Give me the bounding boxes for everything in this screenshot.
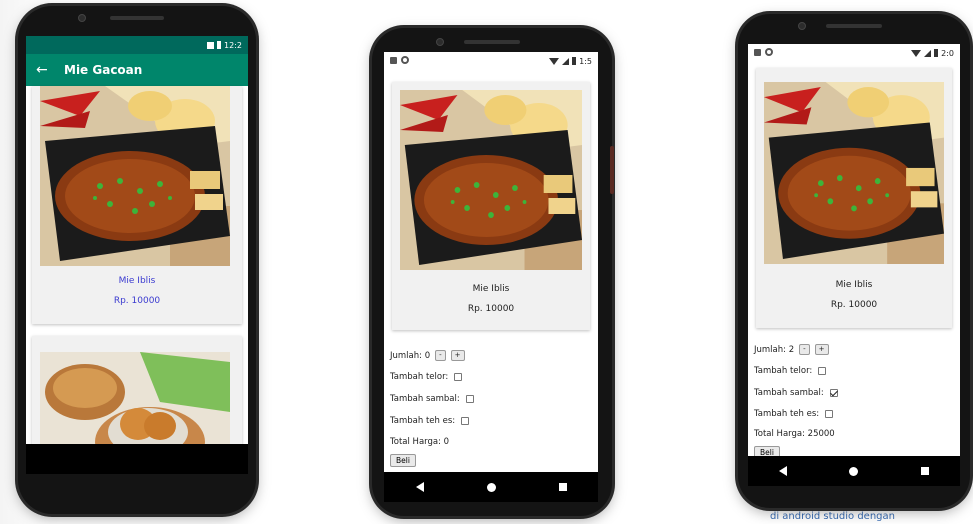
- sambal-option-label: Tambah sambal:: [390, 394, 460, 404]
- product-price: Rp. 10000: [830, 300, 878, 310]
- phone-1-screen: 12:2 ← Mie Gacoan Mie Iblis Rp. 10000: [26, 36, 248, 474]
- noodle-plate-illustration: [400, 90, 582, 270]
- menu-card-1[interactable]: Mie Iblis Rp. 10000: [32, 86, 242, 324]
- phone-1-speaker: [110, 16, 164, 20]
- status-time: 1:5: [579, 56, 592, 66]
- quantity-label: Jumlah: 0: [390, 350, 431, 361]
- food-image-mie-iblis: [764, 82, 944, 264]
- settings-notification-icon: [765, 48, 773, 56]
- nav-recent-icon[interactable]: [920, 467, 929, 475]
- battery-icon: [572, 57, 577, 65]
- phone-2-navbar: [384, 472, 598, 502]
- quantity-row: Jumlah: 2 - +: [754, 344, 829, 355]
- buy-button[interactable]: Beli: [390, 454, 416, 467]
- phone-1-statusbar: 12:2: [26, 36, 248, 54]
- phone-3-screen: 2:0 Mie Iblis Rp. 10000 Jumlah: 2 - + Ta…: [748, 44, 960, 464]
- food-image-mie-iblis: [40, 86, 230, 266]
- phone-1: 12:2 ← Mie Gacoan Mie Iblis Rp. 10000: [18, 6, 256, 514]
- egg-option-row: Tambah telor:: [390, 372, 463, 382]
- notification-icon: [754, 48, 761, 56]
- sambal-checkbox-checked[interactable]: [829, 389, 838, 397]
- status-time: 12:2: [224, 40, 242, 50]
- egg-option-label: Tambah telor:: [754, 366, 813, 376]
- settings-notification-icon: [401, 56, 409, 64]
- decrease-quantity-button[interactable]: -: [799, 344, 810, 355]
- nav-recent-icon[interactable]: [558, 483, 567, 491]
- menu-item-1-price: Rp. 10000: [113, 296, 161, 306]
- phone-2-speaker: [464, 40, 520, 44]
- noodle-plate-illustration: [764, 82, 944, 264]
- product-name: Mie Iblis: [835, 280, 873, 290]
- increase-quantity-button[interactable]: +: [450, 350, 465, 361]
- total-price: Total Harga: 0: [390, 437, 450, 447]
- quantity-label: Jumlah: 2: [754, 344, 795, 355]
- screenshot-stage: No di android studio dengan 12:2 ← Mie G…: [0, 0, 973, 524]
- status-time: 2:0: [941, 48, 954, 58]
- phone-2-side-button: [610, 146, 614, 194]
- iced-tea-option-label: Tambah teh es:: [754, 409, 820, 419]
- product-price: Rp. 10000: [467, 304, 515, 314]
- app-bar-title: Mie Gacoan: [64, 63, 143, 77]
- egg-checkbox[interactable]: [454, 373, 463, 381]
- phone-3-speaker: [826, 24, 882, 28]
- iced-tea-checkbox[interactable]: [825, 410, 834, 418]
- egg-checkbox[interactable]: [818, 367, 827, 375]
- back-arrow-icon[interactable]: ←: [36, 62, 56, 78]
- phone-2-screen: 1:5 Mie Iblis Rp. 10000 Jumlah: 0 - + Ta…: [384, 52, 598, 480]
- wifi-icon: [549, 57, 560, 65]
- signal-icon: [562, 57, 570, 65]
- total-price: Total Harga: 25000: [754, 429, 835, 439]
- product-card: Mie Iblis Rp. 10000: [756, 68, 952, 328]
- battery-icon: [217, 41, 222, 49]
- sambal-option-row: Tambah sambal:: [390, 394, 474, 404]
- nav-back-icon[interactable]: [779, 466, 788, 476]
- notification-icon: [390, 56, 397, 64]
- sambal-checkbox[interactable]: [465, 395, 474, 403]
- sambal-option-row: Tambah sambal:: [754, 388, 838, 398]
- wifi-icon: [911, 49, 922, 57]
- product-card: Mie Iblis Rp. 10000: [392, 82, 590, 330]
- phone-1-app-bar: ← Mie Gacoan: [26, 54, 248, 86]
- nav-home-icon[interactable]: [486, 482, 496, 492]
- phone-3-statusbar: 2:0: [748, 44, 960, 62]
- menu-item-1-name: Mie Iblis: [118, 276, 156, 286]
- iced-tea-option-row: Tambah teh es:: [390, 416, 470, 426]
- phone-3-camera: [798, 22, 806, 30]
- iced-tea-checkbox[interactable]: [461, 417, 470, 425]
- iced-tea-option-label: Tambah teh es:: [390, 416, 456, 426]
- iced-tea-option-row: Tambah teh es:: [754, 409, 834, 419]
- egg-option-row: Tambah telor:: [754, 366, 827, 376]
- signal-icon: [924, 49, 932, 57]
- egg-option-label: Tambah telor:: [390, 372, 449, 382]
- food-image-mie-iblis: [400, 90, 582, 270]
- sambal-option-label: Tambah sambal:: [754, 388, 824, 398]
- quantity-row: Jumlah: 0 - +: [390, 350, 465, 361]
- decrease-quantity-button[interactable]: -: [435, 350, 446, 361]
- nav-home-icon[interactable]: [849, 466, 859, 476]
- phone-1-navbar: [26, 444, 248, 474]
- background-caption: di android studio dengan: [770, 511, 895, 522]
- nav-back-icon[interactable]: [415, 482, 424, 492]
- product-name: Mie Iblis: [472, 284, 510, 294]
- phone-2: 1:5 Mie Iblis Rp. 10000 Jumlah: 0 - + Ta…: [372, 28, 614, 516]
- phone-2-camera: [436, 38, 444, 46]
- increase-quantity-button[interactable]: +: [814, 344, 829, 355]
- phone-1-camera: [78, 14, 86, 22]
- phone-3-navbar: [748, 456, 960, 486]
- noodle-plate-illustration: [40, 86, 230, 266]
- phone-3: 2:0 Mie Iblis Rp. 10000 Jumlah: 2 - + Ta…: [738, 14, 970, 508]
- battery-icon: [934, 49, 939, 57]
- phone-2-statusbar: 1:5: [384, 52, 598, 70]
- signal-icon: [207, 41, 215, 49]
